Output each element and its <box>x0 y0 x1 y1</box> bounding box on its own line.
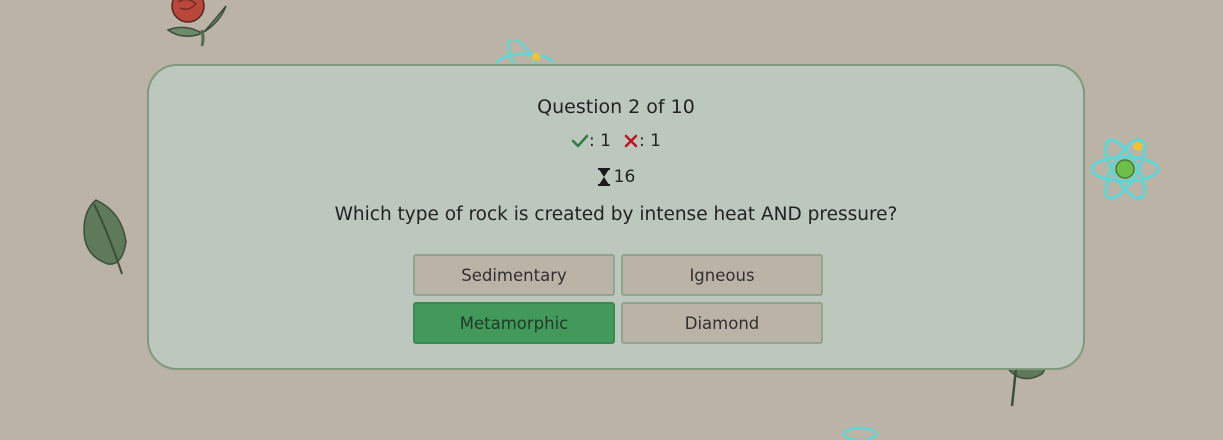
hourglass-icon <box>597 168 610 186</box>
answer-button-diamond[interactable]: Diamond <box>621 302 823 344</box>
timer: 16 <box>149 166 1083 188</box>
question-text: Which type of rock is created by intense… <box>334 204 898 225</box>
wrong-count: : 1 <box>639 131 661 151</box>
atom-icon <box>842 426 878 440</box>
correct-score: : 1 <box>571 130 611 152</box>
atom-icon <box>1090 138 1160 200</box>
timer-value: 16 <box>613 167 636 187</box>
quiz-card: Question 2 of 10 : 1 : 1 16 Which type o… <box>147 64 1085 370</box>
check-icon <box>571 134 589 148</box>
score-row: : 1 : 1 <box>149 130 1083 152</box>
answer-button-sedimentary[interactable]: Sedimentary <box>413 254 615 296</box>
answer-button-metamorphic[interactable]: Metamorphic <box>413 302 615 344</box>
correct-count: : 1 <box>589 131 611 151</box>
answer-button-igneous[interactable]: Igneous <box>621 254 823 296</box>
leaf-icon <box>83 199 127 275</box>
question-counter: Question 2 of 10 <box>537 96 695 118</box>
answer-grid: Sedimentary Igneous Metamorphic Diamond <box>413 254 823 344</box>
wrong-score: : 1 <box>623 130 661 152</box>
x-icon <box>624 134 638 148</box>
rose-icon <box>166 0 227 47</box>
